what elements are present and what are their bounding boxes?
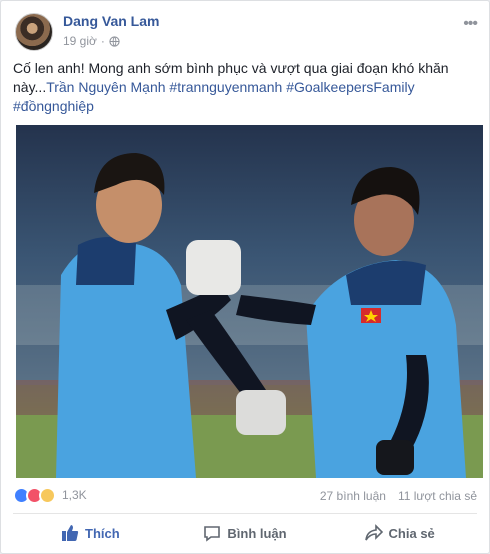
comment-label: Bình luận xyxy=(227,525,287,541)
post-caption: Cố len anh! Mong anh sớm bình phục và vư… xyxy=(13,59,479,116)
avatar[interactable] xyxy=(15,13,53,51)
like-button[interactable]: Thích xyxy=(13,518,168,548)
globe-icon xyxy=(109,35,120,47)
more-icon[interactable]: ••• xyxy=(463,15,478,33)
hashtag-link[interactable]: #trannguyenmanh xyxy=(169,79,282,95)
reactions-summary[interactable]: 1,3K xyxy=(13,487,87,504)
share-label: Chia sẻ xyxy=(388,525,435,541)
comment-button[interactable]: Bình luận xyxy=(168,518,323,548)
like-label: Thích xyxy=(85,525,120,541)
post-photo[interactable] xyxy=(16,125,483,478)
post-header: Dang Van Lam 19 giờ · ••• xyxy=(13,11,478,55)
mention-link[interactable]: Trần Nguyên Mạnh xyxy=(46,79,165,95)
like-icon xyxy=(62,525,79,541)
divider xyxy=(13,513,477,514)
post-meta: 19 giờ · xyxy=(63,34,120,48)
share-count[interactable]: 11 lượt chia sẻ xyxy=(398,489,477,503)
photo-illustration xyxy=(16,125,483,478)
action-bar: Thích Bình luận Chia sẻ xyxy=(13,517,477,549)
post-stats: 1,3K 27 bình luận 11 lượt chia sẻ xyxy=(13,487,477,507)
author-name[interactable]: Dang Van Lam xyxy=(63,13,159,29)
post-card: Dang Van Lam 19 giờ · ••• Cố len anh! Mo… xyxy=(0,0,490,554)
comment-count[interactable]: 27 bình luận xyxy=(320,489,386,503)
reaction-count: 1,3K xyxy=(62,488,87,502)
share-button[interactable]: Chia sẻ xyxy=(322,518,477,548)
hashtag-link[interactable]: #đồngnghiệp xyxy=(13,98,94,114)
comment-icon xyxy=(204,526,221,542)
engagement-counts: 27 bình luận 11 lượt chia sẻ xyxy=(320,489,477,503)
hashtag-link[interactable]: #GoalkeepersFamily xyxy=(286,79,414,95)
post-time[interactable]: 19 giờ xyxy=(63,34,97,48)
share-icon xyxy=(364,524,383,541)
sad-reaction-icon xyxy=(39,487,56,504)
